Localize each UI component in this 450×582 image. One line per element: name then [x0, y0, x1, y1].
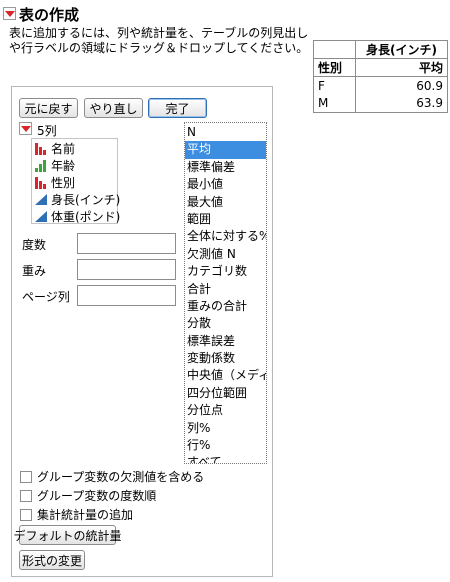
statistic-item[interactable]: 四分位範囲: [185, 385, 266, 402]
continuous-triangle-icon: [34, 193, 48, 206]
list-item[interactable]: 身長(インチ): [34, 191, 121, 208]
checkbox-label: グループ変数の欠測値を含める: [37, 470, 205, 484]
add-aggregate-checkbox[interactable]: 集計統計量の追加: [20, 506, 133, 523]
statistic-item[interactable]: 分散: [185, 315, 266, 332]
title-disclosure-icon[interactable]: [3, 7, 16, 20]
output-table: 身長(インチ) 性別 平均 F 60.9 M 63.9: [313, 40, 448, 113]
statistic-item[interactable]: 標準偏差: [185, 159, 266, 176]
instruction-text: 表に追加するには、列や統計量を、テーブルの列見出しや行ラベルの領域にドラッグ＆ド…: [9, 26, 309, 55]
statistic-item[interactable]: 標準誤差: [185, 333, 266, 350]
statistic-item[interactable]: N: [185, 124, 266, 141]
statistic-item[interactable]: 列%: [185, 420, 266, 437]
checkbox-label: グループ変数の度数順: [37, 489, 157, 503]
checkbox-box[interactable]: [20, 470, 32, 483]
column-name: 身長(インチ): [51, 193, 121, 207]
nominal-bar-icon: [34, 142, 48, 155]
list-item[interactable]: 性別: [34, 174, 117, 191]
table-stat-header[interactable]: 平均: [356, 59, 448, 77]
column-name: 性別: [51, 176, 76, 190]
undo-button[interactable]: 元に戻す: [19, 98, 78, 118]
checkbox-box[interactable]: [20, 489, 32, 502]
table-row-header[interactable]: 性別: [313, 58, 356, 77]
ordinal-bar-icon: [34, 159, 48, 172]
change-format-button[interactable]: 形式の変更: [19, 550, 85, 570]
statistic-item[interactable]: 全体に対する%: [185, 228, 266, 245]
row-value: 63.9: [416, 96, 443, 111]
row-label: F: [313, 76, 356, 95]
statistic-item[interactable]: 範囲: [185, 211, 266, 228]
columns-list[interactable]: 名前 年齢 性別 身長(インチ) 体重(ポンド): [31, 138, 121, 225]
list-item[interactable]: 年齢: [34, 157, 117, 174]
statistic-item[interactable]: 分位点: [185, 402, 266, 419]
checkbox-box[interactable]: [20, 508, 32, 521]
statistic-item[interactable]: 変動係数: [185, 350, 266, 367]
list-item[interactable]: 名前: [34, 140, 117, 157]
page-label: ページ列: [22, 290, 70, 304]
checkbox-label: 集計統計量の追加: [37, 508, 134, 522]
dialog-title: 表の作成: [19, 6, 80, 24]
order-by-count-checkbox[interactable]: グループ変数の度数順: [20, 487, 156, 504]
columns-disclosure-icon[interactable]: [19, 122, 32, 135]
nominal-bar-icon: [34, 176, 48, 189]
freq-label: 度数: [22, 238, 47, 252]
table-column-header[interactable]: 身長(インチ): [356, 41, 448, 59]
statistic-item[interactable]: 合計: [185, 281, 266, 298]
statistic-item[interactable]: 行%: [185, 437, 266, 454]
statistic-item[interactable]: 中央値（メディアン）: [185, 367, 266, 384]
statistic-item[interactable]: 最大値: [185, 194, 266, 211]
column-name: 名前: [51, 142, 76, 156]
freq-drop-zone[interactable]: [77, 233, 176, 254]
page-drop-zone[interactable]: [77, 285, 176, 306]
column-name: 年齢: [51, 159, 76, 173]
include-missing-checkbox[interactable]: グループ変数の欠測値を含める: [20, 468, 204, 485]
done-button[interactable]: 完了: [148, 98, 207, 118]
table-row: F 60.9: [313, 76, 448, 95]
statistic-item[interactable]: 重みの合計: [185, 298, 266, 315]
statistic-item[interactable]: 平均: [185, 141, 266, 159]
list-item[interactable]: 体重(ポンド): [34, 208, 121, 225]
default-statistics-button[interactable]: デフォルトの統計量: [14, 525, 122, 545]
statistics-list[interactable]: N 平均 標準偏差 最小値 最大値 範囲 全体に対する% 欠測値 N カテゴリ数 合計 重みの合計分…: [184, 122, 267, 464]
weight-drop-zone[interactable]: [77, 259, 176, 280]
row-label: M: [313, 94, 356, 113]
weight-label: 重み: [22, 264, 47, 278]
statistic-item[interactable]: 最小値: [185, 176, 266, 193]
row-value: 60.9: [416, 78, 443, 93]
statistic-item[interactable]: 欠測値 N: [185, 246, 266, 263]
statistic-item[interactable]: カテゴリ数: [185, 263, 266, 280]
columns-header: 5列: [37, 124, 57, 138]
statistic-item[interactable]: すべて: [185, 454, 266, 463]
column-name: 体重(ポンド): [51, 210, 121, 224]
table-row: M 63.9: [313, 94, 448, 113]
redo-button[interactable]: やり直し: [84, 98, 143, 118]
continuous-triangle-icon: [34, 210, 48, 223]
